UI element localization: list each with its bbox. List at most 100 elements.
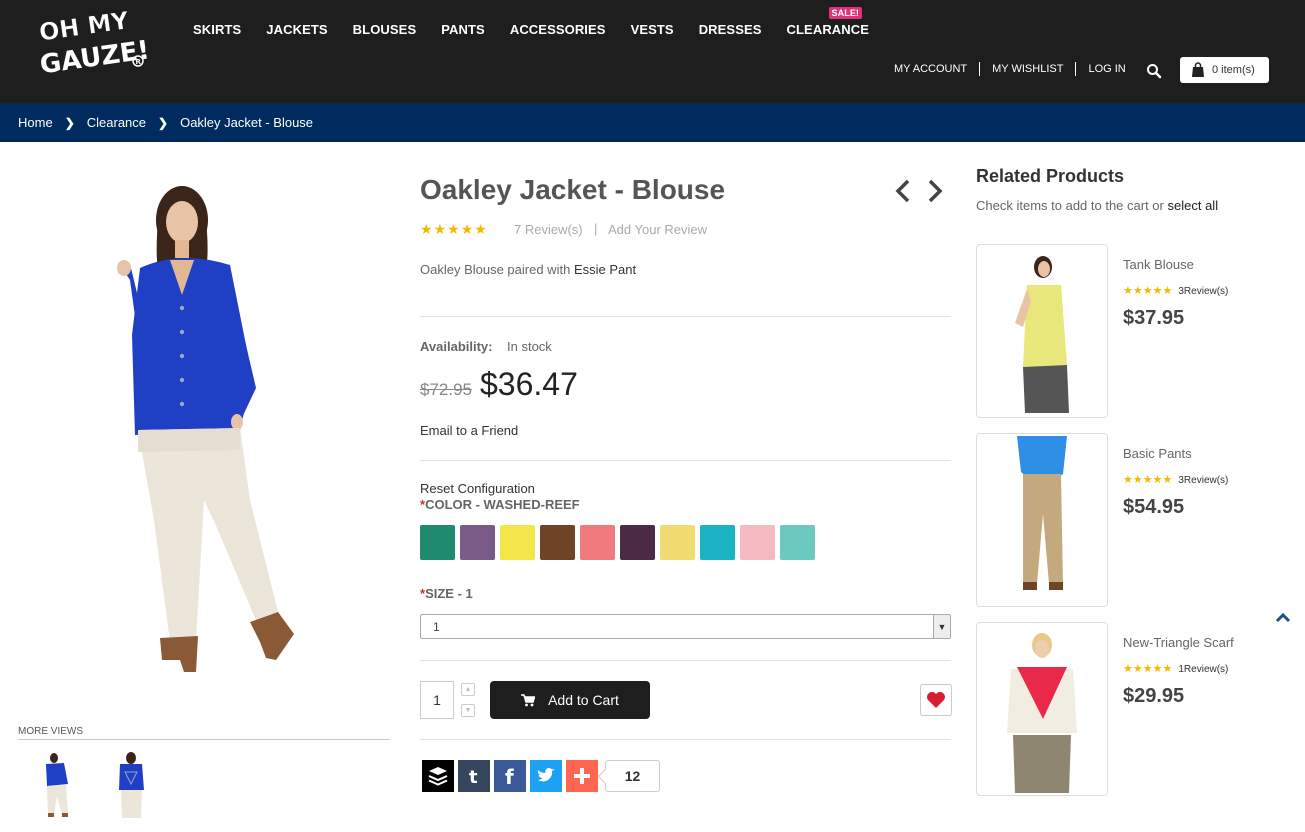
logo[interactable]: OH MY GAUZE! R (34, 6, 160, 80)
breadcrumb-clearance[interactable]: Clearance (87, 115, 146, 130)
facebook-share-icon[interactable]: f (494, 760, 526, 792)
star-icon: ★ (433, 221, 447, 237)
related-sub-text: Check items to add to the cart or (976, 198, 1164, 213)
chevron-right-icon: ❯ (158, 115, 169, 130)
star-icon: ★ (1162, 285, 1173, 297)
related-product-price: $37.95 (1123, 307, 1185, 329)
availability-value: In stock (507, 339, 552, 354)
color-label-text: COLOR - WASHED-REEF (425, 497, 580, 512)
color-swatch[interactable] (620, 525, 655, 560)
nav-accessories[interactable]: ACCESSORIES (510, 22, 606, 37)
related-product-image[interactable] (976, 622, 1108, 796)
divider: | (594, 221, 598, 236)
color-swatch[interactable] (580, 525, 615, 560)
reset-configuration-link[interactable]: Reset Configuration (420, 481, 535, 496)
nav-vests[interactable]: VESTS (631, 22, 674, 37)
related-product-image[interactable] (976, 244, 1108, 418)
chevron-down-icon[interactable]: ▼ (933, 615, 950, 638)
quantity-input[interactable]: 1 (420, 681, 454, 719)
size-selected-value: 1 (433, 619, 440, 634)
nav-skirts[interactable]: SKIRTS (193, 22, 241, 37)
breadcrumb-home[interactable]: Home (18, 115, 53, 130)
product-description: Oakley Blouse paired with Essie Pant (420, 262, 636, 277)
star-icon: ★ (1142, 474, 1153, 486)
my-account-link[interactable]: MY ACCOUNT (882, 62, 981, 76)
scroll-to-top-icon[interactable] (1274, 610, 1292, 624)
addthis-plus-icon[interactable] (566, 760, 598, 792)
color-swatch[interactable] (540, 525, 575, 560)
email-friend-link[interactable]: Email to a Friend (420, 423, 518, 438)
reviews-link[interactable]: 7 Review(s) (514, 222, 583, 237)
cart-icon (521, 693, 536, 706)
star-icon: ★ (1152, 474, 1163, 486)
star-icon: ★ (1142, 285, 1153, 297)
old-price: $72.95 (420, 380, 472, 399)
nav-blouses[interactable]: BLOUSES (353, 22, 417, 37)
color-swatch[interactable] (460, 525, 495, 560)
star-icon: ★ (1123, 285, 1133, 297)
divider (420, 660, 951, 661)
color-swatch[interactable] (780, 525, 815, 560)
thumbnail-front[interactable] (42, 750, 72, 820)
star-icon: ★ (1152, 285, 1163, 297)
color-swatch[interactable] (500, 525, 535, 560)
breadcrumb: Home ❯ Clearance ❯ Oakley Jacket - Blous… (0, 103, 1305, 142)
nav-clearance-wrap[interactable]: CLEARANCE SALE! (787, 7, 870, 37)
main-product-image[interactable] (100, 160, 310, 700)
related-review-count[interactable]: 3Review(s) (1178, 286, 1228, 297)
previous-product-arrow[interactable] (893, 178, 913, 204)
availability-label: Availability: (420, 339, 493, 354)
related-product-name[interactable]: Basic Pants (1123, 446, 1192, 461)
star-icon: ★ (1123, 474, 1133, 486)
star-icon: ★ (1132, 285, 1143, 297)
star-icon: ★ (1132, 663, 1143, 675)
color-swatches (420, 525, 820, 560)
nav-pants[interactable]: PANTS (441, 22, 485, 37)
thumbnail-back[interactable] (116, 750, 146, 820)
size-option-label: *SIZE - 1 (420, 586, 473, 601)
next-product-arrow[interactable] (925, 178, 945, 204)
star-icon: ★ (1162, 474, 1173, 486)
add-to-cart-button[interactable]: Add to Cart (490, 681, 650, 719)
color-option-label: *COLOR - WASHED-REEF (420, 497, 580, 512)
related-product-name[interactable]: New-Triangle Scarf (1123, 635, 1234, 650)
product-title: Oakley Jacket - Blouse (420, 174, 726, 205)
cart-button[interactable]: 0 item(s) (1180, 57, 1269, 83)
related-product-image[interactable] (976, 433, 1108, 607)
related-rating: ★ ★ ★ ★ ★ 1Review(s) (1123, 663, 1228, 675)
add-review-link[interactable]: Add Your Review (608, 222, 707, 237)
related-products-subtitle: Check items to add to the cart or select… (976, 198, 1218, 213)
nav-dresses[interactable]: DRESSES (699, 22, 762, 37)
star-icon: ★ (420, 221, 433, 237)
search-icon[interactable] (1146, 63, 1162, 79)
buffer-share-icon[interactable] (422, 760, 454, 792)
nav-jackets[interactable]: JACKETS (266, 22, 327, 37)
svg-text:t: t (469, 767, 478, 787)
more-views-label: MORE VIEWS (18, 726, 390, 740)
related-review-count[interactable]: 3Review(s) (1178, 475, 1228, 486)
twitter-share-icon[interactable] (530, 760, 562, 792)
color-swatch[interactable] (660, 525, 695, 560)
related-review-count[interactable]: 1Review(s) (1178, 664, 1228, 675)
related-product-price: $29.95 (1123, 685, 1185, 707)
nav-clearance[interactable]: CLEARANCE (787, 22, 870, 37)
chevron-right-icon: ❯ (64, 115, 75, 130)
color-swatch[interactable] (420, 525, 455, 560)
tumblr-share-icon[interactable]: t (458, 760, 490, 792)
star-icon: ★ (447, 221, 460, 237)
color-swatch[interactable] (700, 525, 735, 560)
wishlist-heart-icon[interactable] (920, 684, 952, 716)
related-product-name[interactable]: Tank Blouse (1123, 257, 1194, 272)
size-label-text: SIZE - 1 (425, 586, 473, 601)
login-link[interactable]: LOG IN (1076, 62, 1137, 76)
quantity-increase-button[interactable]: ▲ (461, 683, 475, 696)
star-icon: ★ (1162, 663, 1173, 675)
quantity-decrease-button[interactable]: ▼ (461, 704, 475, 717)
size-select[interactable]: 1 ▼ (420, 614, 951, 639)
essie-pant-link[interactable]: Essie Pant (574, 262, 636, 277)
select-all-link[interactable]: select all (1168, 198, 1219, 213)
color-swatch[interactable] (740, 525, 775, 560)
related-rating: ★ ★ ★ ★ ★ 3Review(s) (1123, 285, 1228, 297)
rating-stars: ★ ★ ★ ★ ★ (420, 221, 488, 237)
my-wishlist-link[interactable]: MY WISHLIST (980, 62, 1077, 76)
